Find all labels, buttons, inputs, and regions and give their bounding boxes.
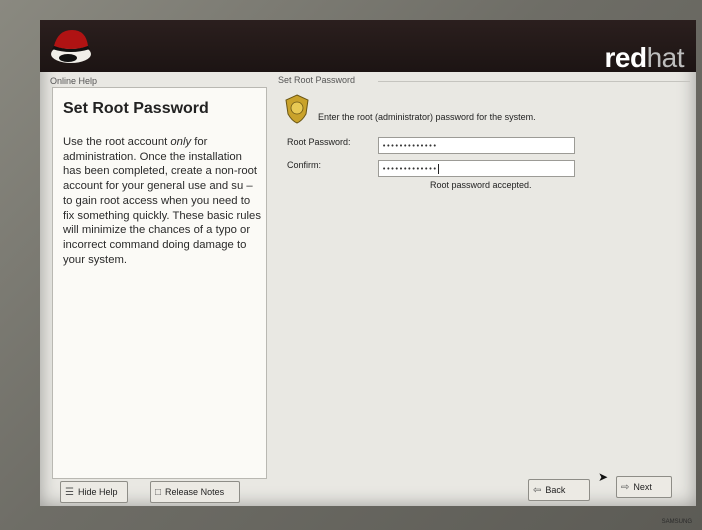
section-caption: Set Root Password — [278, 75, 356, 85]
security-badge-icon — [285, 94, 309, 124]
help-text: Use the root account only for administra… — [63, 136, 261, 266]
password-status: Root password accepted. — [430, 180, 532, 190]
instruction-text: Enter the root (administrator) password … — [318, 112, 536, 122]
installer-screen: redhat Online Help Set Root Password Use… — [40, 20, 696, 506]
back-button[interactable]: ⇦ Back — [528, 479, 590, 501]
help-book-icon: ☰ — [65, 486, 74, 498]
document-icon: □ — [155, 486, 162, 498]
help-title: Set Root Password — [63, 100, 209, 117]
confirm-label: Confirm: — [287, 160, 322, 170]
header-banner: redhat — [40, 20, 696, 73]
arrow-right-icon: ⇨ — [621, 481, 630, 493]
shadowman-logo-icon — [51, 30, 91, 63]
text-cursor — [437, 164, 439, 174]
help-pane[interactable]: Set Root Password Use the root account o… — [52, 87, 267, 479]
section-divider — [378, 81, 690, 82]
redhat-wordmark: redhat — [604, 42, 684, 73]
root-password-label: Root Password: — [287, 137, 351, 147]
help-caption: Online Help — [50, 76, 98, 86]
release-notes-button[interactable]: □ Release Notes — [150, 481, 240, 503]
next-button[interactable]: ⇨ Next — [616, 476, 672, 498]
arrow-left-icon: ⇦ — [533, 484, 542, 496]
monitor-brand-label: SAMSUNG — [661, 519, 692, 525]
confirm-password-field[interactable]: ••••••••••••• — [378, 160, 575, 177]
hide-help-button[interactable]: ☰ Hide Help — [60, 481, 128, 503]
root-password-field[interactable]: ••••••••••••• — [378, 137, 575, 154]
mouse-pointer-icon: ➤ — [598, 470, 609, 484]
